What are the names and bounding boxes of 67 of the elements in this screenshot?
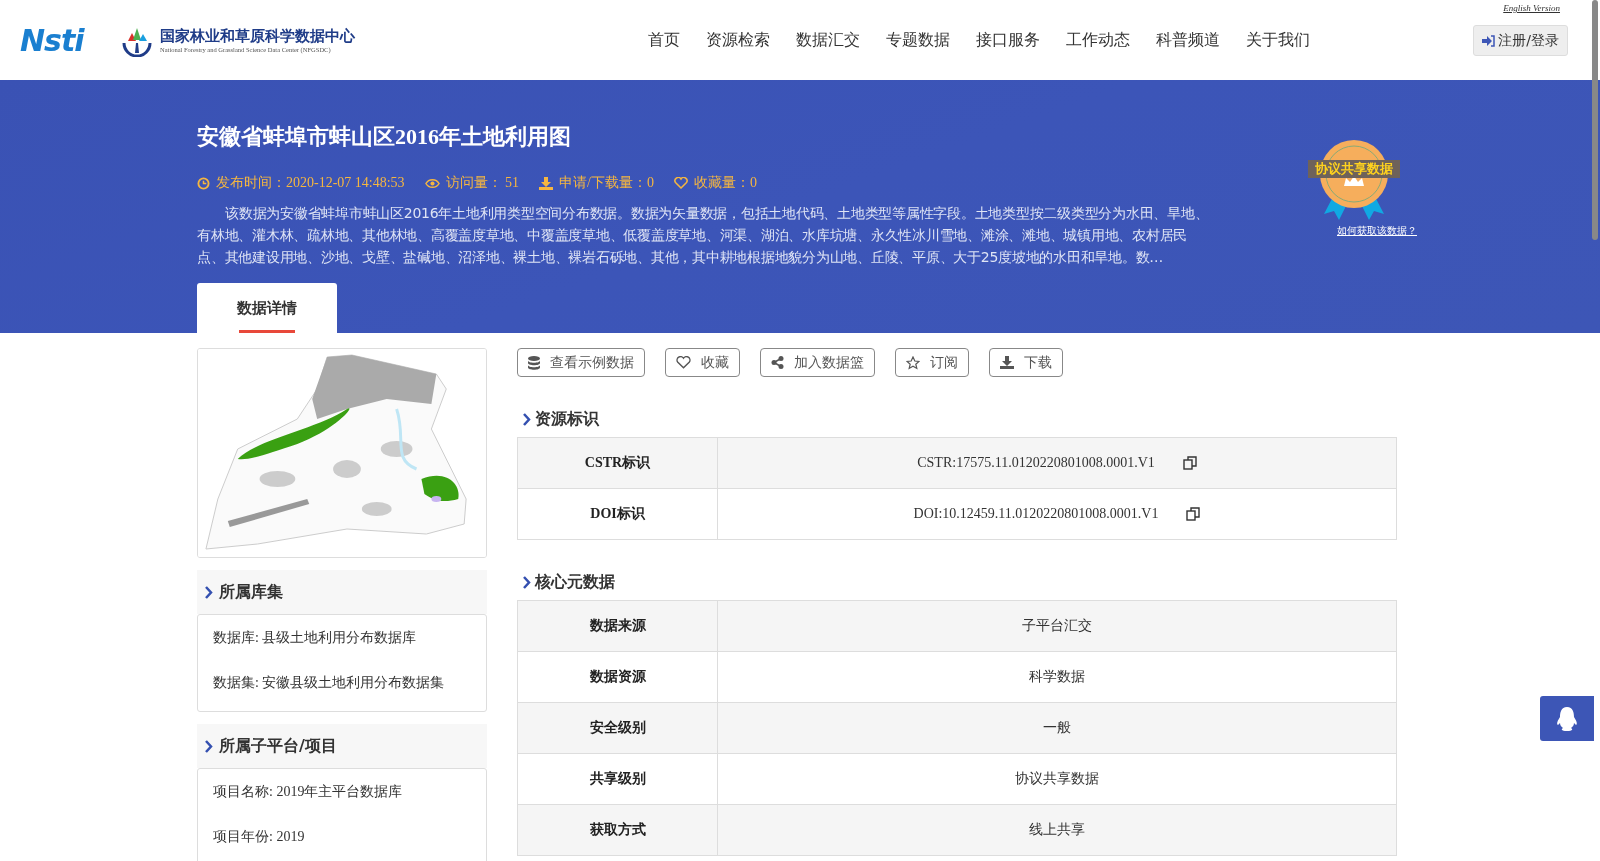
label-cell: 数据资源 [518,652,718,702]
info-text: 数据集: 安徽县级土地利用分布数据集 [213,674,446,692]
meta-text: 收藏量：0 [694,174,757,192]
heart-icon [676,356,691,369]
nav-link[interactable]: 数据汇交 [796,29,860,51]
nav-link[interactable]: 科普频道 [1156,29,1220,51]
scrollbar[interactable] [1592,0,1598,240]
action-button[interactable]: 加入数据篮 [760,348,875,377]
label-cell: 数据来源 [518,601,718,651]
section-title: 资源标识 [535,408,599,430]
meta-text: 申请/下载量：0 [559,174,654,192]
info-text: 项目名称: 2019年主平台数据库 [213,783,404,801]
dataset-title: 安徽省蚌埠市蚌山区2016年土地利用图 [197,123,572,151]
copy-icon[interactable] [1182,456,1197,470]
download-icon [1000,356,1014,369]
database-icon [528,355,540,370]
logo[interactable]: Nsti [20,22,98,58]
nav-link[interactable]: 资源检索 [706,29,770,51]
info-text: 数据库: 县级土地利用分布数据库 [213,629,418,647]
eye-icon [424,177,440,189]
value-text: CSTR:17575.11.0120220801008.0001.V1 [917,455,1155,471]
share-icon [771,356,784,369]
section-title: 所属库集 [219,581,283,603]
star-icon [906,355,920,370]
chevron-icon [523,575,531,589]
section-title: 核心元数据 [535,571,615,593]
penguin-icon [1555,705,1579,732]
chevron-icon [205,739,213,753]
nav-link[interactable]: 接口服务 [976,29,1040,51]
meta-text: 访问量： 51 [445,174,520,192]
value-text: 线上共享 [1029,821,1085,839]
meta-text: 发布时间：2020-12-07 14:48:53 [216,174,405,192]
value-text: 协议共享数据 [1015,770,1099,788]
download-icon [539,176,554,190]
login-button[interactable]: 注册/登录 [1473,25,1568,56]
value-text: DOI:10.12459.11.0120220801008.0001.V1 [913,506,1159,522]
value-text: 一般 [1043,719,1071,737]
action-button[interactable]: 查看示例数据 [517,348,645,377]
chat-button[interactable] [1540,696,1594,741]
label-cell: 共享级别 [518,754,718,804]
english-version-link[interactable]: English Version [1503,3,1560,13]
label-cell: CSTR标识 [518,438,718,488]
nav-link[interactable]: 关于我们 [1246,29,1310,51]
action-button[interactable]: 下载 [989,348,1063,377]
label-cell: DOI标识 [518,489,718,539]
value-text: 子平台汇交 [1022,617,1092,635]
nav-link[interactable]: 首页 [648,29,680,51]
dataset-description: 该数据为安徽省蚌埠市蚌山区2016年土地利用类型空间分布数据。数据为矢量数据，包括土地代码、土地类型等属性字段。土地类型按二级类型分为水田、旱地、有林地、灌木林、疏林地、其他林地、高覆盖度草地、中覆盖度草地、低覆盖度草地、河渠、湖泊、水库坑塘、永久性冰川雪地、滩涂、滩地、城镇用地、农村居民点、其他建设用地、沙地、戈壁、盐碱地、沼泽地、裸土地、裸岩石砾地、其他，其中耕地根据地貌分为山地、丘陵、平原、大于25度坡地的水田和旱地。数… [197,204,1209,267]
org-name: 国家林业和草原科学数据中心 [160,27,355,46]
tab[interactable]: 数据详情 [197,283,337,333]
action-button[interactable]: 收藏 [665,348,740,377]
clock-icon [197,176,210,190]
how-to-get-link[interactable]: 如何获取该数据？ [1337,224,1417,238]
sign-in-icon [1482,34,1496,47]
nav-link[interactable]: 专题数据 [886,29,950,51]
label-cell: 安全级别 [518,703,718,753]
action-button[interactable]: 订阅 [895,348,969,377]
nav-link[interactable]: 工作动态 [1066,29,1130,51]
info-text: 项目年份: 2019 [213,828,306,846]
badge-label: 协议共享数据 [1308,160,1400,178]
chevron-icon [523,412,531,426]
value-text: 科学数据 [1029,668,1085,686]
section-title: 所属子平台/项目 [219,735,337,757]
label-cell: 获取方式 [518,805,718,855]
heart-icon [674,177,688,189]
copy-icon[interactable] [1186,507,1201,521]
chevron-icon [205,585,213,599]
